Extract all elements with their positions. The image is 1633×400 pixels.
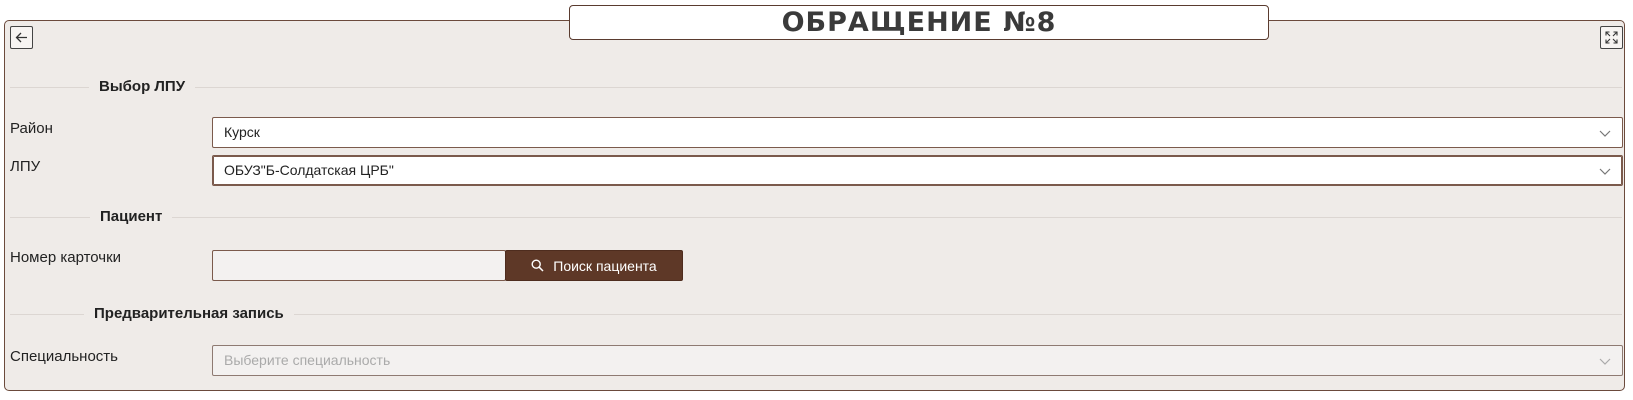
specialty-select[interactable]: Выберите специальность xyxy=(212,345,1623,376)
section-title: Пациент xyxy=(90,207,173,227)
district-select[interactable]: Курск xyxy=(212,117,1623,148)
title-bar: ОБРАЩЕНИЕ №8 xyxy=(569,5,1269,40)
section-divider xyxy=(10,217,1622,218)
district-label: Район xyxy=(10,120,53,137)
chevron-down-icon xyxy=(1599,358,1611,365)
lpu-select[interactable]: ОБУЗ"Б-Солдатская ЦРБ" xyxy=(212,155,1623,186)
lpu-label: ЛПУ xyxy=(10,158,41,175)
search-icon xyxy=(531,259,544,272)
section-patient: Пациент xyxy=(10,207,1622,227)
district-value: Курск xyxy=(224,124,260,140)
specialty-placeholder: Выберите специальность xyxy=(224,352,391,368)
expand-icon xyxy=(1605,31,1618,44)
section-title: Предварительная запись xyxy=(84,304,294,324)
search-patient-label: Поиск пациента xyxy=(553,257,657,274)
card-number-input[interactable] xyxy=(212,250,506,281)
section-title: Выбор ЛПУ xyxy=(89,77,196,97)
back-button[interactable] xyxy=(10,26,33,49)
section-divider xyxy=(10,87,1622,88)
search-patient-button[interactable]: Поиск пациента xyxy=(505,250,683,281)
page-title: ОБРАЩЕНИЕ №8 xyxy=(781,7,1057,38)
specialty-label: Специальность xyxy=(10,348,118,365)
section-lpu-choice: Выбор ЛПУ xyxy=(10,77,1622,97)
chevron-down-icon xyxy=(1599,168,1611,175)
expand-button[interactable] xyxy=(1600,26,1623,49)
section-appointment: Предварительная запись xyxy=(10,304,1622,324)
chevron-down-icon xyxy=(1599,130,1611,137)
lpu-value: ОБУЗ"Б-Солдатская ЦРБ" xyxy=(224,162,394,178)
appeal-panel xyxy=(4,20,1625,391)
card-number-label: Номер карточки xyxy=(10,249,122,266)
arrow-left-icon xyxy=(15,32,27,43)
